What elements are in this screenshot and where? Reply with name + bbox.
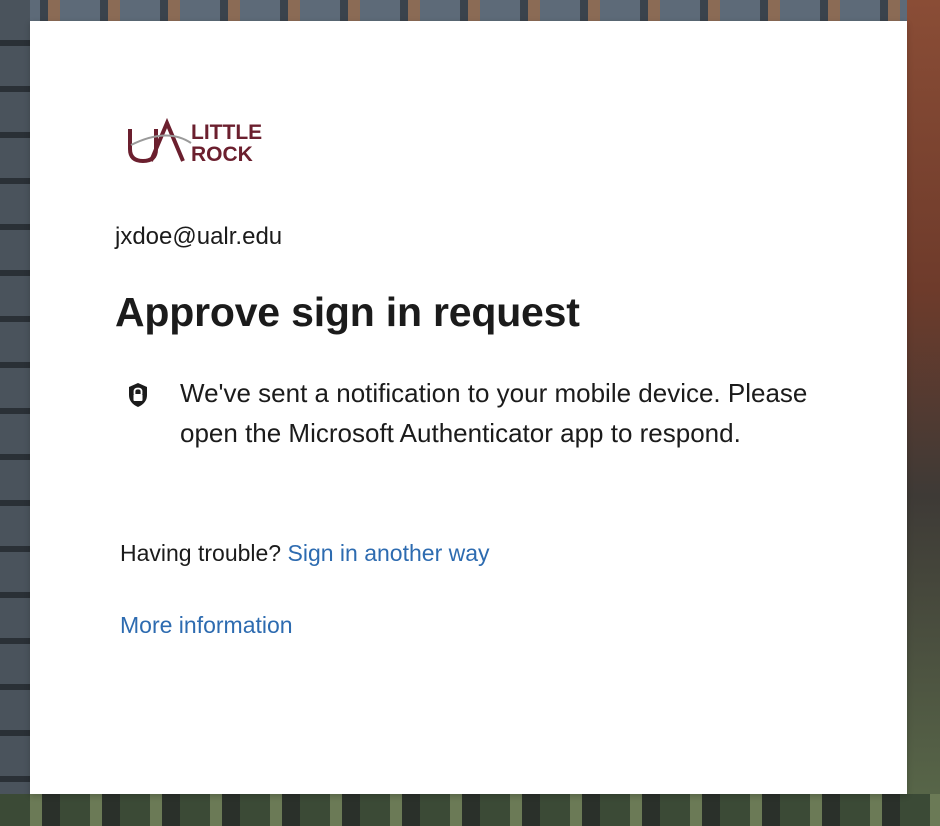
help-row: Having trouble? Sign in another way	[120, 540, 490, 567]
sign-in-another-way-link[interactable]: Sign in another way	[288, 540, 490, 566]
ua-little-rock-logo: LITTLE ROCK	[128, 117, 262, 166]
logo-line1: LITTLE	[191, 121, 262, 144]
logo-line2: ROCK	[191, 143, 253, 166]
page-title: Approve sign in request	[115, 289, 580, 335]
lock-shield-icon	[129, 383, 147, 407]
background-building-right	[907, 0, 940, 826]
help-prompt: Having trouble?	[120, 540, 288, 566]
more-information-link[interactable]: More information	[120, 612, 293, 639]
account-email: jxdoe@ualr.edu	[115, 223, 283, 250]
background-building-top	[0, 0, 940, 22]
background-building-left	[0, 0, 30, 826]
notification-message: We've sent a notification to your mobile…	[180, 378, 808, 448]
sign-in-card: LITTLE ROCK jxdoe@ualr.edu Approve sign …	[30, 21, 907, 794]
background-trees	[0, 794, 940, 826]
